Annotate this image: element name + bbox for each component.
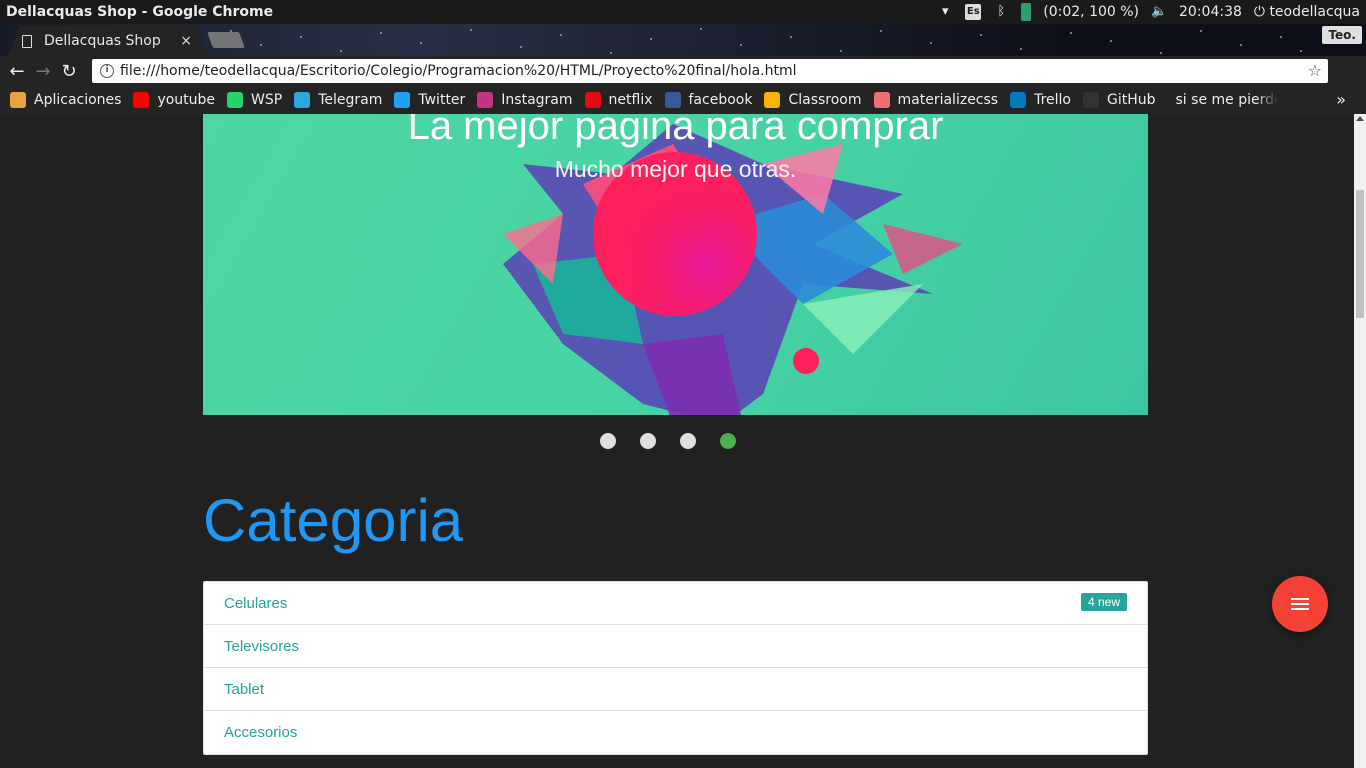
bookmark-favicon-icon [1083,92,1099,108]
bookmark-favicon-icon [227,92,244,108]
system-tray: ▾ Es ᛒ (0:02, 100 %) 🔈 20:04:38 ⏻ teodel… [937,0,1360,24]
bluetooth-icon[interactable]: ᛒ [993,4,1009,20]
arrow-right-icon: → [35,60,51,82]
bookmark-classroom[interactable]: Classroom [764,92,862,108]
tab-strip: Dellacquas Shop × Teo. [0,24,1366,56]
reload-icon: ↻ [61,60,77,82]
clock[interactable]: 20:04:38 [1179,4,1242,20]
back-button[interactable]: ← [4,58,30,84]
bookmark-label: netflix [608,92,653,108]
wifi-icon[interactable]: ▾ [937,4,953,20]
bookmark-instagram[interactable]: Instagram [477,92,573,108]
carousel-indicator-2[interactable] [640,433,656,449]
bookmark-label: Telegram [318,92,383,108]
bookmark-favicon-icon [764,92,781,108]
bookmark-si-se-me-pierde-e[interactable]: si se me pierde e [1168,92,1278,108]
bookmarks-overflow-button[interactable]: » [1336,90,1346,109]
bookmark-label: Classroom [788,92,862,108]
bookmark-label: youtube [157,92,216,108]
category-item-celulares[interactable]: Celulares 4 new [204,582,1147,625]
page-viewport: La mejor pagina para comprar Mucho mejor… [0,114,1354,768]
bookmark-favicon-icon [477,92,494,108]
address-bar[interactable]: i file:///home/teodellacqua/Escritorio/C… [92,59,1328,83]
bookmark-star-icon[interactable]: ☆ [1308,61,1322,80]
bookmarks-bar: Aplicaciones youtube WSP Telegram Twitter Ins… [0,86,1366,114]
os-top-bar: Dellacquas Shop - Google Chrome ▾ Es ᛒ (… [0,0,1366,24]
bookmark-favicon-icon [10,92,26,108]
page-scrollbar[interactable] [1354,114,1366,768]
category-item-label[interactable]: Televisores [224,638,299,655]
forward-button[interactable]: → [30,58,56,84]
url-text[interactable]: file:///home/teodellacqua/Escritorio/Col… [120,63,797,79]
bookmark-materializecss[interactable]: materializecss [873,92,999,108]
category-item-accesorios[interactable]: Accesorios [204,711,1147,754]
keyboard-layout-indicator[interactable]: Es [965,4,982,20]
slide-subtitle: Mucho mejor que otras. [554,156,797,182]
bookmark-twitter[interactable]: Twitter [394,92,465,108]
carousel-indicator-4[interactable] [720,433,736,449]
user-menu[interactable]: ⏻ teodellacqua [1254,4,1360,20]
bookmark-github[interactable]: GitHub [1083,92,1156,108]
bookmark-favicon-icon [664,92,681,108]
category-list: Celulares 4 new Televisores Tablet Accesorio… [203,581,1148,755]
bookmark-favicon-icon [873,92,890,108]
carousel-indicator-3[interactable] [680,433,696,449]
bookmark-netflix[interactable]: netflix [584,92,653,108]
bookmark-trello[interactable]: Trello [1010,92,1071,108]
bookmark-youtube[interactable]: youtube [133,92,215,108]
window-title: Dellacquas Shop - Google Chrome [6,4,274,20]
bookmark-label: facebook [688,92,753,108]
bookmark-label: Trello [1034,92,1071,108]
bookmark-favicon-icon [394,92,411,108]
bookmark-favicon-icon [584,92,601,108]
category-heading: Categoria [203,487,464,554]
browser-toolbar: ← → ↻ i file:///home/teodellacqua/Escrit… [0,56,1366,86]
menu-icon [1291,598,1309,610]
bookmark-label: si se me pierde e [1175,92,1278,108]
tab-active[interactable]: Dellacquas Shop × [8,26,208,56]
scrollbar-thumb[interactable] [1356,190,1364,318]
user-name: teodellacqua [1269,4,1360,20]
scroll-up-arrow-icon[interactable] [1356,116,1364,121]
bookmark-facebook[interactable]: facebook [664,92,753,108]
reload-button[interactable]: ↻ [56,58,82,84]
new-tab-button[interactable] [207,32,245,48]
bookmark-label: GitHub [1107,92,1156,108]
bookmark-label: Instagram [501,92,573,108]
battery-icon[interactable] [1021,3,1032,21]
new-badge: 4 new [1080,593,1127,611]
bookmark-wsp[interactable]: WSP [227,92,282,108]
bookmark-favicon-icon [1010,92,1027,108]
battery-status: (0:02, 100 %) [1043,4,1140,20]
bookmark-label: materializecss [897,92,999,108]
arrow-left-icon: ← [9,60,25,82]
profile-button[interactable]: Teo. [1322,26,1362,44]
carousel-indicators [600,433,736,449]
power-icon: ⏻ [1253,4,1265,20]
slide-title: La mejor pagina para comprar [407,114,944,148]
bookmark-aplicaciones[interactable]: Aplicaciones [10,92,121,108]
carousel-indicator-1[interactable] [600,433,616,449]
bookmark-label: Aplicaciones [34,92,122,108]
carousel-slide[interactable]: La mejor pagina para comprar Mucho mejor… [203,114,1148,415]
bookmark-telegram[interactable]: Telegram [294,92,382,108]
floating-action-button[interactable] [1272,576,1328,632]
bookmark-favicon-icon [133,92,150,108]
category-item-televisores[interactable]: Televisores [204,625,1147,668]
bookmark-label: WSP [251,92,283,108]
bookmark-label: Twitter [418,92,466,108]
category-item-tablet[interactable]: Tablet [204,668,1147,711]
category-item-label[interactable]: Accesorios [224,724,297,741]
info-icon[interactable]: i [100,64,114,78]
tab-title: Dellacquas Shop [44,33,161,49]
tab-close-icon[interactable]: × [180,33,192,49]
category-item-label[interactable]: Tablet [224,681,264,698]
page-icon [22,34,32,48]
volume-icon[interactable]: 🔈 [1151,4,1167,20]
category-item-label[interactable]: Celulares [224,595,287,612]
bookmark-favicon-icon [294,92,311,108]
